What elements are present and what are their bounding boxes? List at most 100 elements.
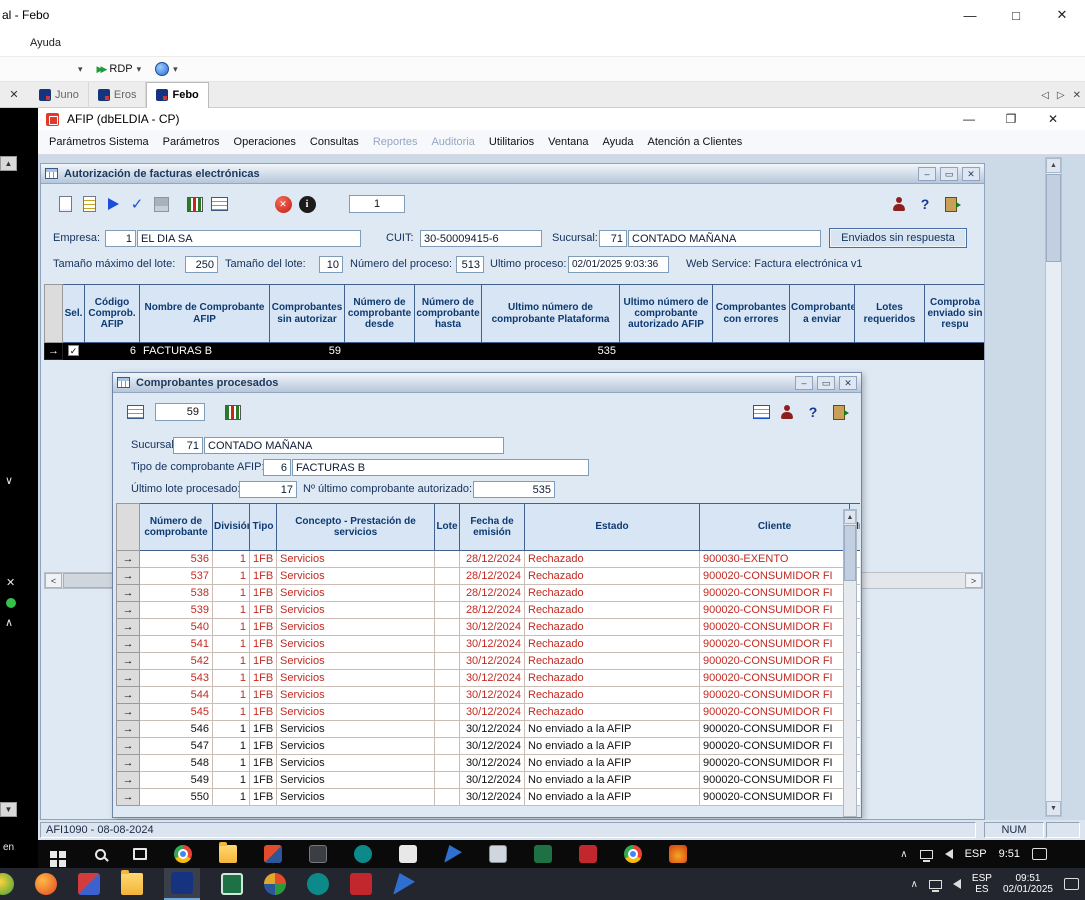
proc-autorizado-field[interactable]: 535 [473, 481, 555, 498]
menu-item[interactable]: Reportes [366, 136, 425, 148]
row-indicator-cell[interactable]: → [117, 738, 140, 755]
close-button[interactable]: ✕ [1039, 0, 1085, 30]
search-icon[interactable] [95, 849, 106, 860]
proc-tipo-number-field[interactable]: 6 [263, 459, 291, 476]
table-row[interactable]: → 548 1 1FB Servicios 30/12/2024 No envi… [117, 755, 861, 772]
table-row[interactable]: → 537 1 1FB Servicios 28/12/2024 Rechaza… [117, 568, 861, 585]
chevron-down-icon[interactable]: ▾ [78, 64, 83, 75]
cell-estado[interactable]: Rechazado [525, 551, 700, 568]
properties-button[interactable] [77, 192, 101, 216]
chevron-down-icon[interactable]: ▾ [137, 64, 142, 75]
maximize-button[interactable]: □ [993, 0, 1039, 30]
cell-concepto[interactable]: Servicios [277, 670, 435, 687]
task-view-icon[interactable] [133, 848, 147, 860]
cell-division[interactable]: 1 [213, 636, 250, 653]
cell-estado[interactable]: No enviado a la AFIP [525, 738, 700, 755]
exit-button[interactable] [827, 400, 851, 424]
run-button[interactable] [101, 192, 125, 216]
chrome-icon[interactable] [174, 845, 192, 863]
cell-lote[interactable] [435, 721, 460, 738]
chevron-up-icon[interactable]: ∧ [5, 616, 13, 629]
cell-division[interactable]: 1 [213, 772, 250, 789]
cell-fecha[interactable]: 30/12/2024 [460, 653, 525, 670]
tab-scroll-left-icon[interactable]: ◁ [1041, 90, 1049, 101]
chevron-down-icon[interactable]: ▾ [173, 64, 178, 75]
ledger-button[interactable] [183, 192, 207, 216]
close-button[interactable]: ✕ [1045, 112, 1061, 126]
cell-fecha[interactable]: 30/12/2024 [460, 704, 525, 721]
cell-tipo[interactable]: 1FB [250, 670, 277, 687]
close-button[interactable]: ✕ [839, 376, 857, 390]
cell-cliente[interactable]: 900020-CONSUMIDOR FI [700, 619, 850, 636]
export-grid-button[interactable] [123, 400, 147, 424]
cell-concepto[interactable]: Servicios [277, 755, 435, 772]
clock[interactable]: 09:51 02/01/2025 [1003, 873, 1053, 896]
menu-item[interactable]: Ayuda [595, 136, 640, 148]
cell-codigo[interactable]: 6 [85, 343, 140, 360]
cell-lote[interactable] [435, 568, 460, 585]
cell-fecha[interactable]: 28/12/2024 [460, 602, 525, 619]
cell-division[interactable]: 1 [213, 687, 250, 704]
cell-numero[interactable]: 543 [140, 670, 213, 687]
table-row[interactable]: → 546 1 1FB Servicios 30/12/2024 No envi… [117, 721, 861, 738]
scroll-up-icon[interactable]: ▲ [844, 510, 856, 524]
stop-button[interactable]: ✕ [271, 192, 295, 216]
network-icon[interactable] [920, 850, 933, 859]
cell-numero[interactable]: 542 [140, 653, 213, 670]
cell-tipo[interactable]: 1FB [250, 721, 277, 738]
cell-concepto[interactable]: Servicios [277, 602, 435, 619]
globe-icon[interactable] [155, 62, 169, 76]
cell-numero[interactable]: 545 [140, 704, 213, 721]
cell-tipo[interactable]: 1FB [250, 653, 277, 670]
cell-lote[interactable] [435, 772, 460, 789]
cell-concepto[interactable]: Servicios [277, 687, 435, 704]
cell-nombre[interactable]: FACTURAS B [140, 343, 270, 360]
cell-cliente[interactable]: 900020-CONSUMIDOR FI [700, 789, 850, 806]
cell-numero[interactable]: 539 [140, 602, 213, 619]
cell-numero[interactable]: 541 [140, 636, 213, 653]
cell-lote[interactable] [435, 704, 460, 721]
enviados-sin-respuesta-button[interactable]: Enviados sin respuesta [829, 228, 967, 248]
cell-concepto[interactable]: Servicios [277, 789, 435, 806]
cell-estado[interactable]: Rechazado [525, 670, 700, 687]
table-row[interactable]: → 538 1 1FB Servicios 28/12/2024 Rechaza… [117, 585, 861, 602]
rdp-label[interactable]: RDP [109, 63, 132, 75]
cell-lote[interactable] [435, 687, 460, 704]
exit-button[interactable] [939, 192, 963, 216]
cell-numero[interactable]: 546 [140, 721, 213, 738]
cell-estado[interactable]: Rechazado [525, 653, 700, 670]
cell-lote[interactable] [435, 789, 460, 806]
calendar-app-icon[interactable] [534, 845, 552, 863]
cell-concepto[interactable]: Servicios [277, 551, 435, 568]
cell-desde[interactable] [345, 343, 415, 360]
cell-estado[interactable]: Rechazado [525, 585, 700, 602]
cell-cliente[interactable]: 900020-CONSUMIDOR FI [700, 721, 850, 738]
help-button[interactable]: ? [801, 400, 825, 424]
cell-division[interactable]: 1 [213, 670, 250, 687]
cell-tipo[interactable]: 1FB [250, 636, 277, 653]
grid-view-button[interactable] [749, 400, 773, 424]
cell-estado[interactable]: Rechazado [525, 636, 700, 653]
table-row[interactable]: → 541 1 1FB Servicios 30/12/2024 Rechaza… [117, 636, 861, 653]
sel-checkbox-cell[interactable]: ✓ [63, 343, 85, 360]
excel-icon[interactable] [221, 873, 243, 895]
table-row[interactable]: → 549 1 1FB Servicios 30/12/2024 No envi… [117, 772, 861, 789]
cell-cliente[interactable]: 900020-CONSUMIDOR FI [700, 602, 850, 619]
firefox-icon[interactable] [35, 873, 57, 895]
chrome-alt-icon[interactable] [624, 845, 642, 863]
row-indicator-cell[interactable]: → [117, 789, 140, 806]
cell-division[interactable]: 1 [213, 653, 250, 670]
table-row[interactable]: → 547 1 1FB Servicios 30/12/2024 No envi… [117, 738, 861, 755]
cell-numero[interactable]: 544 [140, 687, 213, 704]
table-row[interactable]: → 544 1 1FB Servicios 30/12/2024 Rechaza… [117, 687, 861, 704]
cell-numero[interactable]: 550 [140, 789, 213, 806]
lote-max-field[interactable]: 250 [185, 256, 218, 273]
cell-concepto[interactable]: Servicios [277, 772, 435, 789]
language-indicator[interactable]: ESP [965, 848, 987, 860]
new-button[interactable] [53, 192, 77, 216]
ledger-button[interactable] [221, 400, 245, 424]
cell-fecha[interactable]: 30/12/2024 [460, 636, 525, 653]
record-counter-field[interactable]: 59 [155, 403, 205, 421]
table-row[interactable]: → 536 1 1FB Servicios 28/12/2024 Rechaza… [117, 551, 861, 568]
cell-estado[interactable]: Rechazado [525, 619, 700, 636]
